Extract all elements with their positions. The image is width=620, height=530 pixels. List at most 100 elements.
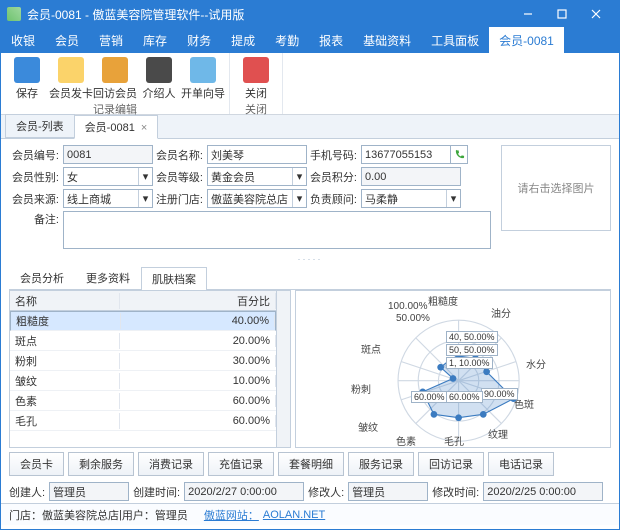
ribbon-icon <box>58 57 84 83</box>
scrollbar[interactable] <box>276 291 290 447</box>
maximize-button[interactable] <box>545 3 579 25</box>
cell-pct: 60.00% <box>120 395 276 407</box>
col-header: 百分比 <box>120 293 276 309</box>
menu-item[interactable]: 基础资料 <box>353 27 421 53</box>
field-mtime: 2020/2/25 0:00:00 <box>483 482 603 501</box>
field-name[interactable]: 刘美琴 <box>207 145 307 164</box>
field-creator: 管理员 <box>49 482 129 501</box>
cell-name: 粗糙度 <box>11 313 121 329</box>
menu-item[interactable]: 收银 <box>1 27 45 53</box>
select-gender[interactable]: 女▾ <box>63 167 153 186</box>
action-button[interactable]: 消费记录 <box>138 452 204 476</box>
ribbon-button[interactable]: 介绍人 <box>137 55 181 101</box>
ribbon-group-close: 关闭 关闭 <box>230 53 283 114</box>
data-label: 40, 50.00% <box>446 331 498 343</box>
ribbon-button-label: 介绍人 <box>143 85 176 101</box>
label-consultant: 负责顾问: <box>307 191 357 207</box>
radar-tick: 50.00% <box>396 313 430 324</box>
data-label: 60.00% <box>411 391 448 403</box>
ribbon-button[interactable]: 会员发卡 <box>49 55 93 101</box>
select-level[interactable]: 黄金会员▾ <box>207 167 307 186</box>
ribbon-button-label: 关闭 <box>245 85 267 101</box>
cell-name: 毛孔 <box>10 413 120 429</box>
menu-bar: 收银会员营销库存财务提成考勤报表基础资料工具面板会员-0081 <box>1 27 619 53</box>
label-creator: 创建人: <box>9 484 45 500</box>
action-button[interactable]: 剩余服务 <box>68 452 134 476</box>
radar-axis-label: 水分 <box>526 356 546 371</box>
close-button[interactable] <box>579 3 613 25</box>
member-photo-placeholder[interactable]: 请右击选择图片 <box>501 145 611 231</box>
status-user: 管理员 <box>155 507 188 523</box>
table-row[interactable]: 毛孔60.00% <box>10 411 276 431</box>
window-title: 会员-0081 - 傲蓝美容院管理软件--试用版 <box>27 6 511 23</box>
menu-item[interactable]: 会员 <box>45 27 89 53</box>
cell-name: 色素 <box>10 393 120 409</box>
chevron-down-icon: ▾ <box>446 190 460 207</box>
radar-axis-label: 纹理 <box>488 426 508 441</box>
cell-pct: 60.00% <box>120 415 276 427</box>
ribbon-icon <box>243 57 269 83</box>
table-row[interactable]: 色素60.00% <box>10 391 276 411</box>
action-button[interactable]: 会员卡 <box>9 452 64 476</box>
chevron-down-icon: ▾ <box>138 168 152 185</box>
document-tab[interactable]: 会员-0081× <box>74 115 159 139</box>
label-name: 会员名称: <box>153 147 203 163</box>
cell-pct: 40.00% <box>121 315 275 327</box>
cell-pct: 10.00% <box>120 375 276 387</box>
label-id: 会员编号: <box>9 147 59 163</box>
radar-chart: 粗糙度油分水分色斑纹理毛孔色素皱纹粉刺斑点 50.00% 100.00% 40,… <box>295 290 611 448</box>
ribbon-group-edit: 保存会员发卡回访会员介绍人开单向导 记录编辑 <box>1 53 230 114</box>
status-link-label: 傲蓝网站： <box>204 507 259 523</box>
tab-close-icon[interactable]: × <box>141 122 147 134</box>
chevron-down-icon: ▾ <box>292 190 306 207</box>
table-row[interactable]: 斑点20.00% <box>10 331 276 351</box>
status-store: 傲蓝美容院总店 <box>42 507 119 523</box>
ribbon-icon <box>102 57 128 83</box>
menu-item[interactable]: 考勤 <box>265 27 309 53</box>
select-consultant[interactable]: 马柔静▾ <box>361 189 461 208</box>
ribbon-icon <box>14 57 40 83</box>
menu-item[interactable]: 财务 <box>177 27 221 53</box>
sub-tab[interactable]: 会员分析 <box>9 266 75 289</box>
radar-tick: 100.00% <box>388 301 427 312</box>
data-label: 90.00% <box>481 388 518 400</box>
menu-item[interactable]: 工具面板 <box>421 27 489 53</box>
menu-item[interactable]: 报表 <box>309 27 353 53</box>
ribbon-button[interactable]: 保存 <box>5 55 49 101</box>
menu-item[interactable]: 会员-0081 <box>489 27 564 53</box>
cell-name: 斑点 <box>10 333 120 349</box>
menu-item[interactable]: 营销 <box>89 27 133 53</box>
ribbon-icon <box>146 57 172 83</box>
sub-tab[interactable]: 肌肤档案 <box>141 267 207 290</box>
cell-name: 粉刺 <box>10 353 120 369</box>
ribbon-group-label: 记录编辑 <box>93 101 137 115</box>
table-row[interactable]: 粉刺30.00% <box>10 351 276 371</box>
radar-axis-label: 油分 <box>491 305 511 320</box>
label-store: 注册门店: <box>153 191 203 207</box>
field-phone[interactable]: 13677055153 <box>361 145 451 164</box>
label-points: 会员积分: <box>307 169 357 185</box>
menu-item[interactable]: 库存 <box>133 27 177 53</box>
action-button[interactable]: 充值记录 <box>208 452 274 476</box>
status-link[interactable]: AOLAN.NET <box>263 509 325 521</box>
status-user-label: 用户： <box>122 507 155 523</box>
radar-axis-label: 斑点 <box>361 341 381 356</box>
table-row[interactable]: 皱纹10.00% <box>10 371 276 391</box>
label-gender: 会员性别: <box>9 169 59 185</box>
ribbon-button[interactable]: 回访会员 <box>93 55 137 101</box>
select-store[interactable]: 傲蓝美容院总店▾ <box>207 189 307 208</box>
ribbon-button-label: 开单向导 <box>181 85 225 101</box>
table-row[interactable]: 粗糙度40.00% <box>10 311 276 331</box>
title-bar: 会员-0081 - 傲蓝美容院管理软件--试用版 <box>1 1 619 27</box>
select-source[interactable]: 线上商城▾ <box>63 189 153 208</box>
menu-item[interactable]: 提成 <box>221 27 265 53</box>
field-remark[interactable] <box>63 211 491 249</box>
minimize-button[interactable] <box>511 3 545 25</box>
radar-axis-label: 粗糙度 <box>428 293 458 308</box>
ribbon-button[interactable]: 开单向导 <box>181 55 225 101</box>
phone-dial-icon[interactable] <box>450 145 468 164</box>
document-tab[interactable]: 会员-列表 <box>5 114 75 138</box>
sub-tab[interactable]: 更多资料 <box>75 266 141 289</box>
label-phone: 手机号码: <box>307 147 357 163</box>
ribbon-button[interactable]: 关闭 <box>234 55 278 101</box>
